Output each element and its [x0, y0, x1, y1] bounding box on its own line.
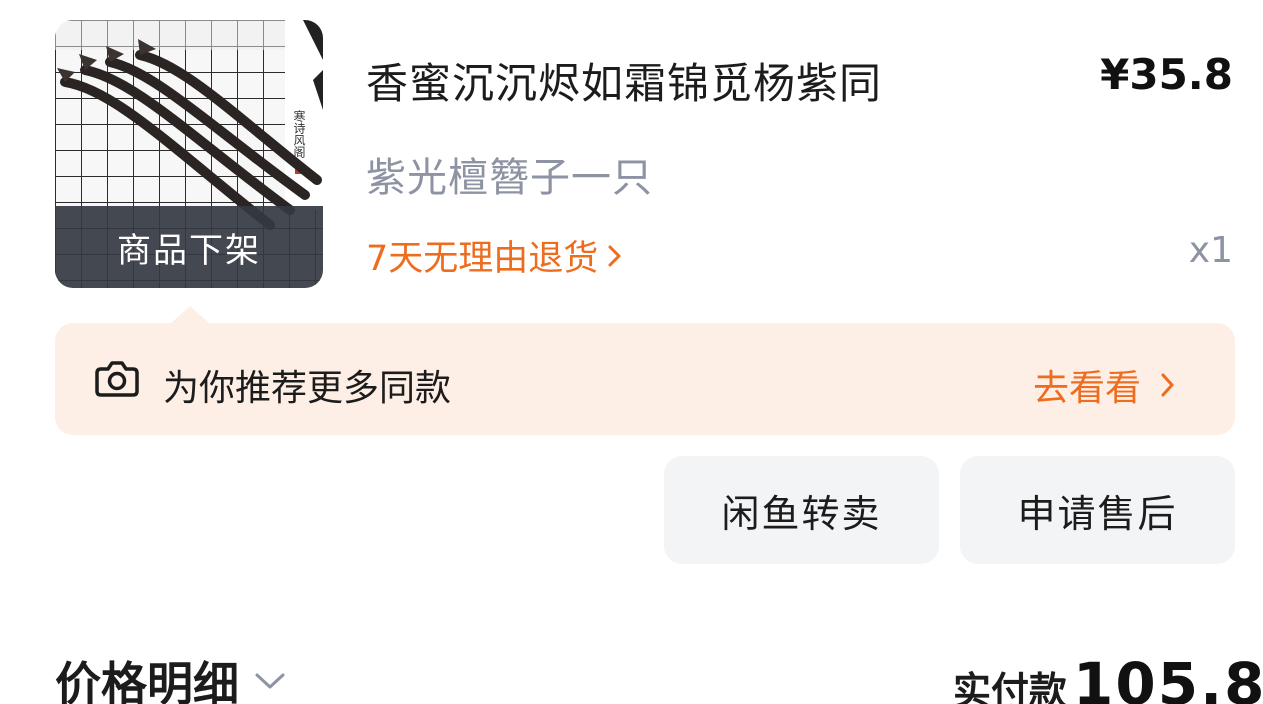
recommend-action-label: 去看看	[1032, 368, 1141, 409]
recommend-text: 为你推荐更多同款	[163, 368, 452, 409]
product-title[interactable]: 香蜜沉沉烬如霜锦觅杨紫同	[366, 50, 882, 111]
product-status-overlay: 商品下架	[55, 206, 323, 288]
banner-pointer	[170, 306, 210, 324]
svg-text:寒诗风阁: 寒诗风阁	[292, 109, 306, 159]
camera-icon	[95, 361, 139, 397]
order-item-card: 寒诗风阁 商品下架 香蜜沉沉烬如霜锦觅杨紫同 ¥35.8 紫光檀簪子一只 7天无…	[0, 0, 1263, 704]
paid-amount: 实付款 105.8	[953, 650, 1263, 704]
return-policy-link[interactable]: 7天无理由退货	[366, 230, 624, 281]
after-sale-button[interactable]: 申请售后	[960, 456, 1235, 564]
product-image[interactable]: 寒诗风阁 商品下架	[55, 20, 323, 288]
price-detail-toggle[interactable]: 价格明细	[55, 648, 287, 704]
chevron-right-icon	[1161, 373, 1174, 397]
product-spec: 紫光檀簪子一只	[366, 155, 653, 201]
product-price: ¥35.8	[1100, 50, 1233, 99]
chevron-right-icon	[608, 245, 621, 266]
return-policy-label: 7天无理由退货	[366, 239, 599, 279]
resell-button[interactable]: 闲鱼转卖	[664, 456, 939, 564]
product-quantity: x1	[1188, 230, 1233, 271]
chevron-down-icon	[255, 673, 285, 689]
recommend-action-link[interactable]: 去看看	[1033, 359, 1177, 411]
paid-label: 实付款	[953, 669, 1068, 704]
paid-value: 105.8	[1073, 650, 1263, 704]
recommend-banner[interactable]: 为你推荐更多同款 去看看	[55, 323, 1235, 435]
price-detail-label: 价格明细	[55, 657, 239, 704]
